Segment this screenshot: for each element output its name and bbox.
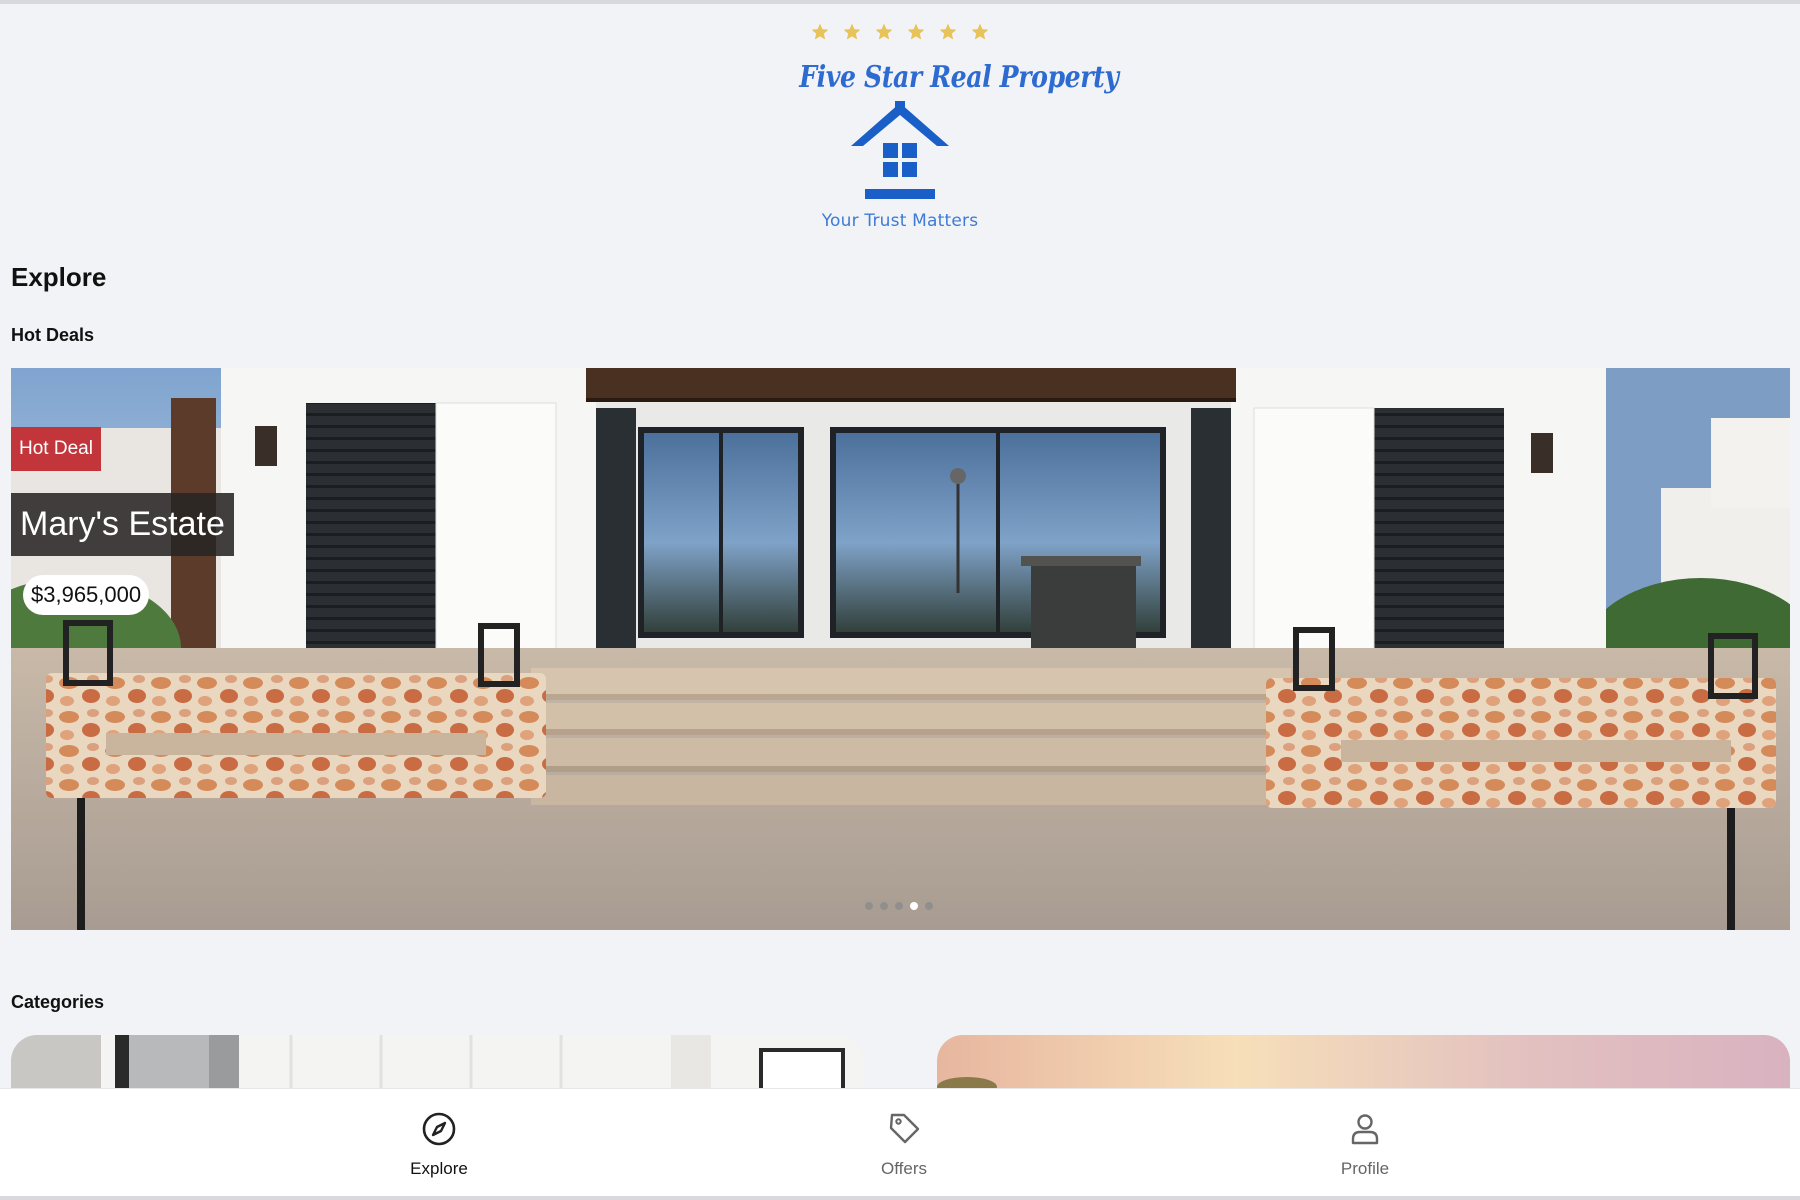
star-icon — [971, 23, 989, 40]
nav-label: Explore — [410, 1159, 468, 1178]
carousel-dot-active[interactable] — [910, 902, 918, 910]
carousel-dot[interactable] — [925, 902, 933, 910]
nav-profile[interactable]: Profile — [1285, 1109, 1445, 1179]
property-photo — [11, 368, 1790, 930]
category-image — [11, 1035, 864, 1090]
carousel-dot[interactable] — [880, 902, 888, 910]
property-name: Mary's Estate — [11, 493, 234, 556]
category-card[interactable] — [937, 1035, 1790, 1090]
compass-icon — [422, 1112, 456, 1146]
category-image — [937, 1035, 1790, 1090]
user-icon — [1351, 1114, 1379, 1145]
brand-tagline: Your Trust Matters — [821, 211, 979, 231]
bottom-divider — [0, 1196, 1800, 1200]
star-icon — [939, 23, 957, 40]
category-card[interactable] — [11, 1035, 864, 1090]
nav-label: Profile — [1340, 1159, 1390, 1178]
section-title-categories: Categories — [11, 992, 105, 1012]
brand-logo: Five Star Real Property Your Trust Matte… — [780, 22, 1119, 232]
property-price: $3,965,000 — [23, 575, 150, 615]
tag-icon — [889, 1113, 920, 1144]
page-title: Explore — [11, 262, 107, 292]
hot-deal-badge: Hot Deal — [11, 427, 101, 471]
star-icon — [875, 23, 893, 40]
carousel-dot[interactable] — [865, 902, 873, 910]
bottom-navigation: Explore Offers Profile — [0, 1088, 1800, 1196]
hot-deal-carousel[interactable]: Hot Deal Mary's Estate $3,965,000 — [11, 368, 1790, 930]
nav-offers[interactable]: Offers — [824, 1109, 984, 1179]
carousel-pagination — [865, 902, 933, 910]
star-icon — [843, 23, 861, 40]
carousel-dot[interactable] — [895, 902, 903, 910]
top-divider — [0, 0, 1800, 4]
rating-stars — [780, 22, 1020, 52]
star-icon — [907, 23, 925, 40]
nav-explore[interactable]: Explore — [359, 1109, 519, 1179]
brand-name: Five Star Real Property — [799, 60, 1119, 95]
section-title-hot-deals: Hot Deals — [11, 325, 95, 345]
house-logo-icon — [851, 101, 949, 199]
star-icon — [811, 23, 829, 40]
nav-label: Offers — [881, 1159, 927, 1178]
